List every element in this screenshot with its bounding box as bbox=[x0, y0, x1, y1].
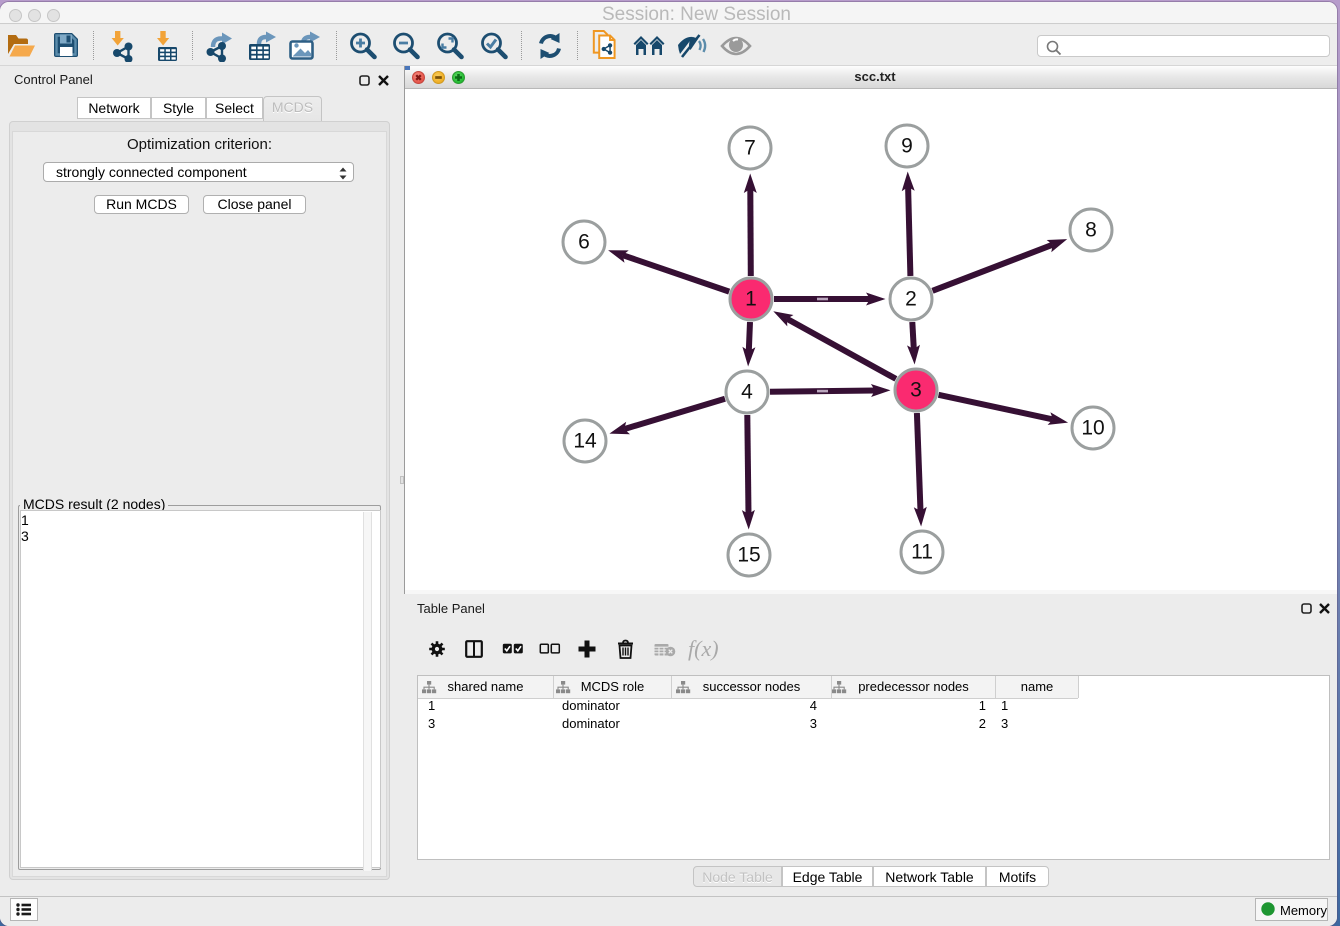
svg-text:1: 1 bbox=[745, 288, 757, 311]
svg-text:11: 11 bbox=[911, 541, 933, 564]
svg-text:4: 4 bbox=[741, 381, 753, 404]
svg-text:10: 10 bbox=[1081, 417, 1104, 440]
svg-text:6: 6 bbox=[578, 231, 590, 254]
svg-text:14: 14 bbox=[573, 430, 597, 453]
svg-text:7: 7 bbox=[744, 137, 756, 160]
svg-text:8: 8 bbox=[1085, 219, 1097, 242]
svg-text:2: 2 bbox=[905, 288, 917, 311]
svg-text:15: 15 bbox=[737, 544, 760, 567]
svg-text:9: 9 bbox=[901, 135, 913, 158]
svg-text:3: 3 bbox=[910, 379, 922, 402]
